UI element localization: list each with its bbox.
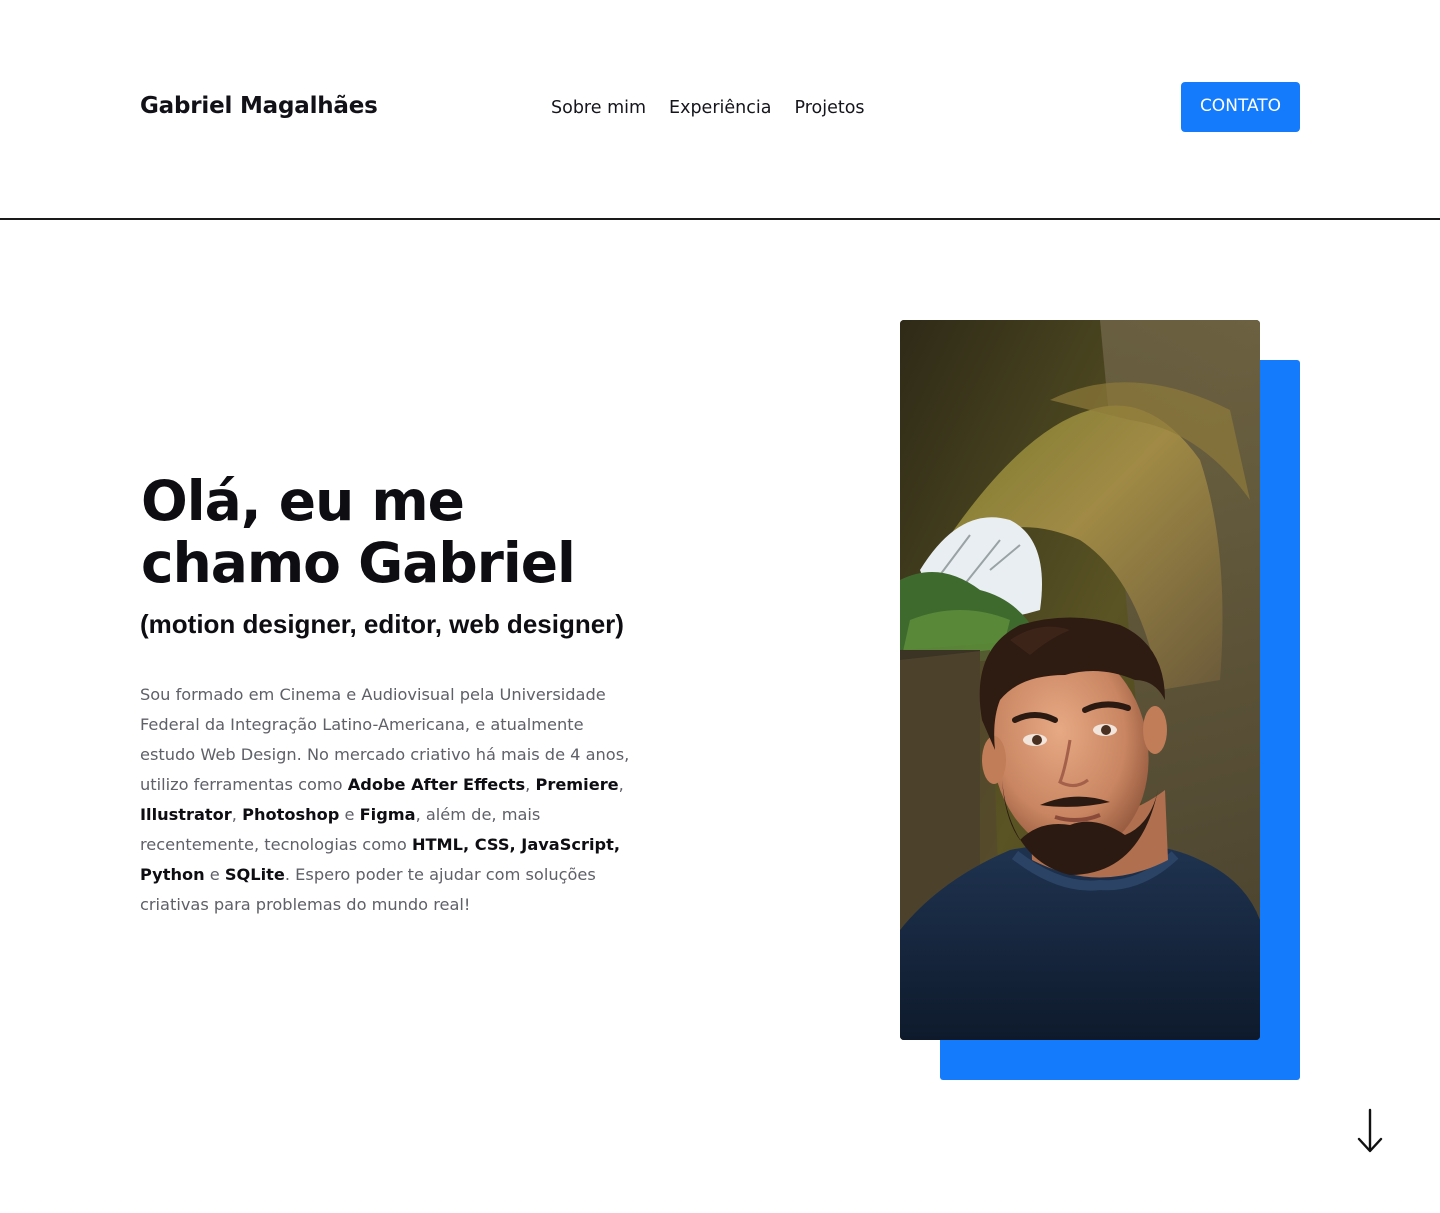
hero-title-line-2: chamo Gabriel: [141, 531, 576, 595]
nav-link-experiencia[interactable]: Experiência: [669, 98, 771, 118]
bio-tool-after-effects: Adobe After Effects: [347, 775, 526, 794]
hero-bio: Sou formado em Cinema e Audiovisual pela…: [140, 680, 640, 920]
hero-title: Olá, eu me chamo Gabriel: [141, 470, 701, 594]
bio-separator: ,: [618, 775, 624, 794]
profile-photo: [900, 320, 1260, 1040]
bio-separator: ,: [231, 805, 243, 824]
bio-separator: ,: [525, 775, 536, 794]
hero-title-line-1: Olá, eu me: [141, 469, 465, 533]
arrow-down-icon[interactable]: [1356, 1108, 1384, 1154]
bio-tool-photoshop: Photoshop: [242, 805, 340, 824]
bio-tool-figma: Figma: [359, 805, 416, 824]
nav-link-sobre-mim[interactable]: Sobre mim: [551, 98, 646, 118]
hero-subtitle: (motion designer, editor, web designer): [140, 609, 624, 639]
nav-link-projetos[interactable]: Projetos: [794, 98, 864, 118]
main-nav: Sobre mim Experiência Projetos: [551, 98, 865, 118]
bio-separator: e: [339, 805, 360, 824]
contact-button[interactable]: CONTATO: [1181, 82, 1300, 132]
page: Gabriel Magalhães Sobre mim Experiência …: [0, 0, 1440, 1213]
profile-photo-illustration: [900, 320, 1260, 1040]
bio-tech-web: HTML, CSS, JavaScript,: [411, 835, 620, 854]
bio-separator: e: [204, 865, 225, 884]
bio-tool-illustrator: Illustrator: [140, 805, 232, 824]
header-divider: [0, 218, 1440, 220]
brand-name[interactable]: Gabriel Magalhães: [140, 93, 378, 119]
bio-tool-premiere: Premiere: [535, 775, 619, 794]
bio-tech-sqlite: SQLite: [224, 865, 285, 884]
bio-tech-python: Python: [140, 865, 205, 884]
